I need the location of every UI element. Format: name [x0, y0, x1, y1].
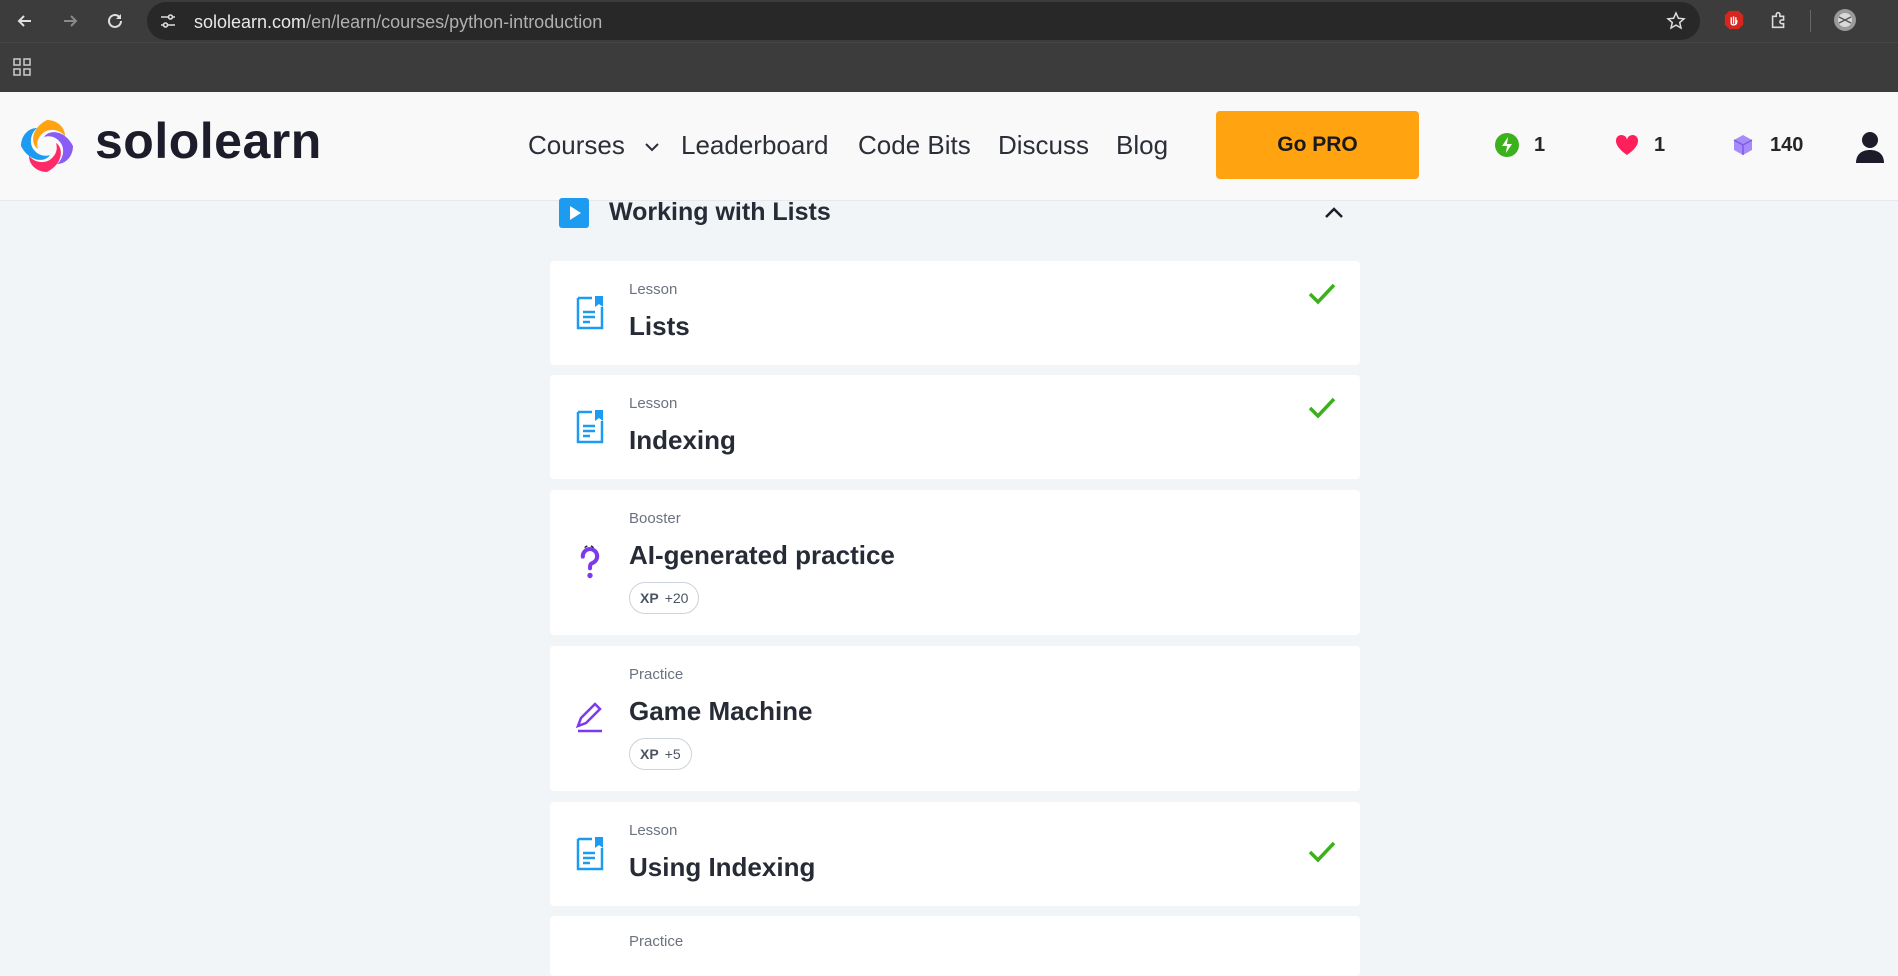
url-host: sololearn.com [194, 12, 307, 32]
item-title: AI-generated practice [629, 540, 895, 570]
pencil-icon [575, 702, 602, 733]
sololearn-logo-icon[interactable] [17, 116, 77, 176]
arrow-right-icon [64, 15, 78, 27]
go-pro-button[interactable]: Go PRO [1216, 111, 1419, 179]
item-kind: Practice [629, 666, 684, 683]
checkmark-icon [1308, 397, 1336, 419]
cube-icon [1733, 135, 1753, 155]
xp-badge: XP +20 [629, 582, 700, 614]
lesson-card-using-indexing[interactable]: Lesson Using Indexing [550, 802, 1360, 906]
item-kind: Practice [629, 933, 684, 950]
chevron-up-icon[interactable] [1323, 202, 1345, 224]
nav-courses-label: Courses [528, 130, 625, 160]
xp-label: XP [640, 590, 659, 606]
item-kind: Lesson [629, 395, 678, 412]
item-title: Lists [629, 311, 690, 341]
xp-badge: XP +5 [629, 738, 692, 770]
nav-code-bits[interactable]: Code Bits [858, 130, 971, 161]
nav-discuss[interactable]: Discuss [998, 130, 1089, 161]
profile-avatar-icon[interactable] [1833, 8, 1857, 32]
question-icon [580, 545, 600, 579]
lesson-card-indexing[interactable]: Lesson Indexing [550, 375, 1360, 479]
apps-grid-icon[interactable] [12, 57, 32, 77]
streak-counter[interactable]: 1 [1494, 132, 1545, 158]
xp-value: +5 [664, 746, 681, 762]
item-title: Using Indexing [629, 852, 816, 882]
play-icon [559, 198, 589, 228]
lesson-icon [576, 296, 604, 330]
chevron-down-icon [645, 143, 659, 152]
url-text[interactable]: sololearn.com/en/learn/courses/python-in… [194, 12, 602, 33]
bits-value: 140 [1770, 133, 1804, 156]
back-button[interactable] [11, 7, 39, 35]
item-kind: Booster [629, 510, 681, 527]
lightning-icon [1495, 133, 1519, 157]
xp-label: XP [640, 746, 659, 762]
bookmark-star-icon[interactable] [1666, 11, 1686, 31]
url-path: /en/learn/courses/python-introduction [306, 12, 603, 32]
checkmark-icon [1308, 841, 1336, 863]
bits-counter[interactable]: 140 [1730, 132, 1803, 158]
hearts-value: 1 [1654, 133, 1666, 156]
nav-courses[interactable]: Courses [528, 130, 660, 161]
adblock-extension-icon[interactable] [1722, 8, 1746, 32]
toolbar-divider [1810, 10, 1811, 32]
item-title: Indexing [629, 425, 736, 455]
lesson-card-lists[interactable]: Lesson Lists [550, 261, 1360, 365]
user-profile-icon[interactable] [1855, 131, 1885, 163]
item-title: Game Machine [629, 696, 813, 726]
hearts-counter[interactable]: 1 [1614, 132, 1665, 158]
lesson-icon [576, 837, 604, 871]
extensions-puzzle-icon[interactable] [1767, 8, 1791, 32]
forward-button[interactable] [56, 7, 84, 35]
item-kind: Lesson [629, 281, 678, 298]
site-settings-icon[interactable] [159, 12, 177, 30]
xp-value: +20 [664, 590, 689, 606]
reload-button[interactable] [101, 7, 129, 35]
nav-leaderboard[interactable]: Leaderboard [681, 130, 828, 161]
site-header: sololearn Courses Leaderboard Code Bits … [0, 92, 1898, 201]
brand-name[interactable]: sololearn [95, 112, 322, 170]
booster-card-ai-practice[interactable]: Booster AI-generated practice XP +20 [550, 490, 1360, 635]
nav-blog[interactable]: Blog [1116, 130, 1168, 161]
address-bar[interactable]: sololearn.com/en/learn/courses/python-in… [147, 2, 1700, 40]
checkmark-icon [1308, 283, 1336, 305]
heart-icon [1615, 134, 1639, 155]
module-title: Working with Lists [609, 198, 831, 226]
practice-card-next[interactable]: Practice [550, 916, 1360, 976]
bookmarks-bar [0, 42, 1898, 93]
item-kind: Lesson [629, 822, 678, 839]
lesson-icon [576, 410, 604, 444]
browser-toolbar: sololearn.com/en/learn/courses/python-in… [0, 0, 1898, 42]
arrow-left-icon [17, 15, 31, 27]
reload-icon [108, 13, 122, 28]
practice-card-game-machine[interactable]: Practice Game Machine XP +5 [550, 646, 1360, 791]
streak-value: 1 [1534, 133, 1546, 156]
module-header[interactable]: Working with Lists [559, 198, 1359, 228]
